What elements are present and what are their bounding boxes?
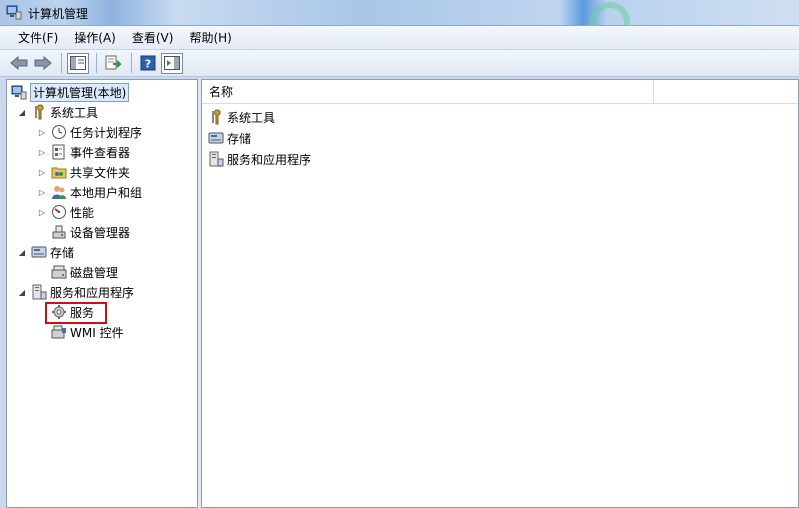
show-hide-action-pane-button[interactable] bbox=[161, 52, 183, 74]
back-icon bbox=[10, 56, 28, 70]
expand-icon[interactable]: ▷ bbox=[37, 167, 47, 177]
computer-management-icon bbox=[6, 5, 22, 20]
tree-label: 磁盘管理 bbox=[70, 265, 119, 280]
device-manager-icon bbox=[52, 225, 66, 239]
tree-item-performance[interactable]: ▷ 性能 bbox=[37, 202, 94, 222]
menu-help[interactable]: 帮助(H) bbox=[183, 27, 237, 48]
expand-icon[interactable]: ▷ bbox=[37, 187, 47, 197]
tree-label: 本地用户和组 bbox=[70, 185, 143, 200]
tree-label: 性能 bbox=[70, 205, 95, 220]
list-item-label: 存储 bbox=[227, 131, 252, 146]
tree-item-wmi[interactable]: WMI 控件 bbox=[51, 322, 124, 342]
menu-view[interactable]: 查看(V) bbox=[126, 27, 180, 48]
tree-label: 事件查看器 bbox=[70, 145, 131, 160]
tree-item-event-viewer[interactable]: ▷ 事件查看器 bbox=[37, 142, 130, 162]
list-item-storage[interactable]: 存储 bbox=[208, 128, 251, 148]
list-item-system-tools[interactable]: 系统工具 bbox=[208, 107, 275, 127]
event-viewer-icon bbox=[52, 144, 65, 160]
menu-action[interactable]: 操作(A) bbox=[68, 27, 122, 48]
collapse-icon[interactable]: ◢ bbox=[17, 287, 27, 297]
users-icon bbox=[52, 186, 66, 199]
column-header-name[interactable]: 名称 bbox=[202, 80, 654, 104]
export-list-button[interactable] bbox=[102, 53, 124, 74]
toolbar-separator bbox=[96, 53, 97, 73]
list-item-services-apps[interactable]: 服务和应用程序 bbox=[208, 149, 311, 169]
window-title: 计算机管理 bbox=[28, 7, 89, 21]
tree-item-local-users[interactable]: ▷ 本地用户和组 bbox=[37, 182, 142, 202]
clock-icon bbox=[52, 125, 66, 139]
expand-icon[interactable]: ▷ bbox=[37, 207, 47, 217]
toolbar-separator bbox=[131, 53, 132, 73]
list-item-label: 系统工具 bbox=[227, 110, 276, 125]
tree-item-device-manager[interactable]: 设备管理器 bbox=[51, 222, 130, 242]
toolbar-separator bbox=[61, 53, 62, 73]
forward-button[interactable] bbox=[32, 53, 54, 74]
highlight-annotation bbox=[45, 302, 107, 324]
tree-item-services-apps[interactable]: ◢ 服务和应用程序 bbox=[17, 282, 134, 302]
tree-item-disk-management[interactable]: 磁盘管理 bbox=[51, 262, 118, 282]
services-apps-icon bbox=[209, 151, 224, 167]
help-icon: ? bbox=[140, 55, 156, 71]
tree-item-root[interactable]: 计算机管理(本地) bbox=[11, 82, 130, 102]
show-hide-tree-button[interactable] bbox=[67, 52, 89, 74]
tree-label: 设备管理器 bbox=[70, 225, 131, 240]
tree-label: 计算机管理(本地) bbox=[30, 82, 130, 102]
export-list-icon bbox=[105, 55, 121, 70]
gauge-icon bbox=[52, 205, 66, 219]
tree-pane[interactable]: 计算机管理(本地) ◢ 系统工具 ▷ 任务计划程序 ▷ 事件查看器 ▷ 共享文件… bbox=[6, 79, 198, 508]
show-hide-tree-icon bbox=[70, 56, 86, 70]
back-button[interactable] bbox=[8, 53, 30, 74]
storage-icon bbox=[208, 132, 224, 144]
expand-icon[interactable]: ▷ bbox=[37, 147, 47, 157]
tree-label: 共享文件夹 bbox=[70, 165, 131, 180]
help-button[interactable]: ? bbox=[137, 53, 159, 74]
tree-item-storage[interactable]: ◢ 存储 bbox=[17, 242, 74, 262]
menu-file[interactable]: 文件(F) bbox=[12, 27, 64, 48]
tree-item-system-tools[interactable]: ◢ 系统工具 bbox=[17, 102, 98, 122]
tree-item-shared-folders[interactable]: ▷ 共享文件夹 bbox=[37, 162, 130, 182]
tree-label: 系统工具 bbox=[50, 105, 99, 120]
tools-icon bbox=[212, 109, 221, 125]
services-apps-icon bbox=[32, 284, 47, 300]
list-item-label: 服务和应用程序 bbox=[227, 152, 312, 167]
expand-icon[interactable]: ▷ bbox=[37, 127, 47, 137]
shared-folder-icon bbox=[51, 167, 67, 179]
title-bar: 计算机管理 bbox=[0, 0, 799, 42]
toolbar: ? bbox=[0, 50, 799, 77]
svg-text:?: ? bbox=[145, 58, 151, 71]
tree-label: WMI 控件 bbox=[70, 325, 124, 340]
content-area: 计算机管理(本地) ◢ 系统工具 ▷ 任务计划程序 ▷ 事件查看器 ▷ 共享文件… bbox=[6, 79, 799, 508]
forward-icon bbox=[34, 56, 52, 70]
wmi-control-icon bbox=[51, 325, 66, 339]
tree-item-task-scheduler[interactable]: ▷ 任务计划程序 bbox=[37, 122, 142, 142]
menu-bar: 文件(F) 操作(A) 查看(V) 帮助(H) bbox=[0, 26, 799, 50]
disk-icon bbox=[51, 265, 67, 279]
storage-icon bbox=[31, 246, 47, 258]
list-pane[interactable]: 名称 系统工具 存储 服务和应用程序 bbox=[201, 79, 799, 508]
collapse-icon[interactable]: ◢ bbox=[17, 247, 27, 257]
tools-icon bbox=[35, 104, 44, 120]
show-hide-action-pane-icon bbox=[164, 56, 180, 70]
list-header: 名称 bbox=[202, 80, 798, 104]
tree-label: 任务计划程序 bbox=[70, 125, 143, 140]
computer-management-icon bbox=[11, 85, 27, 100]
tree-label: 存储 bbox=[50, 245, 75, 260]
tree-label: 服务和应用程序 bbox=[50, 285, 135, 300]
collapse-icon[interactable]: ◢ bbox=[17, 107, 27, 117]
